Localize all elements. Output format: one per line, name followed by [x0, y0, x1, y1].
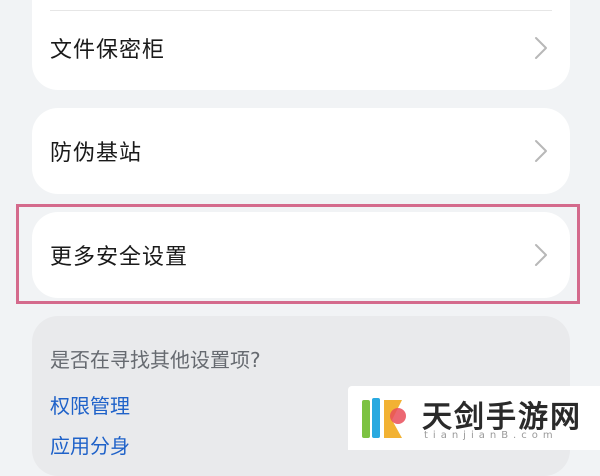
settings-item-file-safe[interactable]: 文件保密柜 — [32, 18, 570, 78]
chevron-right-icon — [534, 36, 548, 60]
chevron-right-icon — [534, 243, 548, 267]
settings-item-anti-fake-station[interactable]: 防伪基站 — [32, 108, 570, 194]
divider — [50, 10, 552, 11]
link-app-twin[interactable]: 应用分身 — [50, 430, 130, 459]
site-logo-icon — [358, 394, 410, 444]
watermark-domain: tianjianB.com — [424, 430, 558, 441]
watermark: 天剑手游网 tianjianB.com — [348, 386, 600, 450]
settings-item-more-security[interactable]: 更多安全设置 — [32, 212, 570, 298]
settings-item-label: 更多安全设置 — [50, 245, 189, 270]
chevron-right-icon — [534, 139, 548, 163]
search-suggestions-title: 是否在寻找其他设置项? — [50, 348, 261, 372]
settings-card-anti-fake-station: 防伪基站 — [32, 108, 570, 194]
link-permission-management[interactable]: 权限管理 — [50, 390, 130, 419]
settings-item-label: 文件保密柜 — [50, 38, 166, 63]
settings-item-label: 防伪基站 — [50, 141, 143, 166]
settings-card-file-safe: 文件保密柜 — [32, 0, 570, 90]
settings-card-more-security: 更多安全设置 — [32, 212, 570, 298]
